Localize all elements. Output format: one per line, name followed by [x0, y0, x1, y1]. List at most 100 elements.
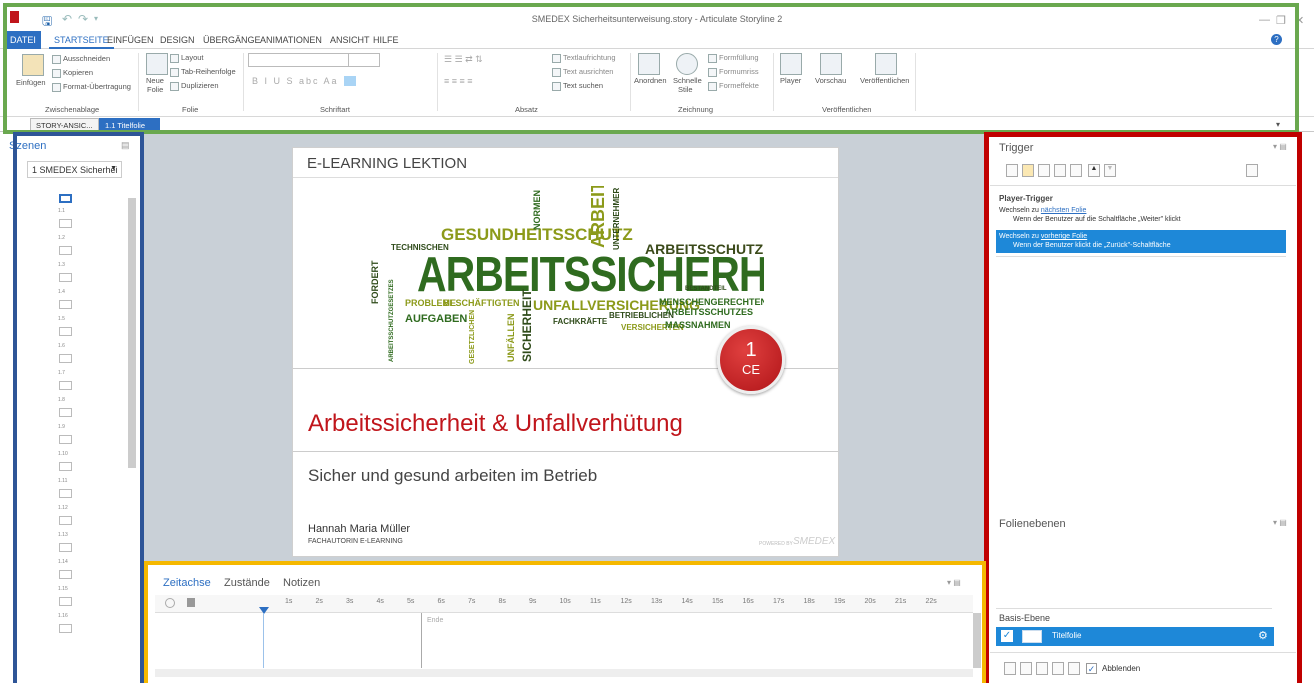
arrange-button[interactable]: Anordnen: [634, 76, 667, 85]
new-slide-label-1[interactable]: Neue: [146, 76, 164, 85]
scenes-scrollbar[interactable]: [128, 198, 136, 468]
timeline-scrollbar[interactable]: [155, 669, 973, 677]
author-role[interactable]: FACHAUTORIN E-LEARNING: [308, 538, 403, 545]
slide-thumb[interactable]: [59, 408, 72, 417]
tab-order-button[interactable]: Tab-Reihenfolge: [170, 67, 236, 77]
new-slide-label-2[interactable]: Folie: [147, 85, 163, 94]
move-up-icon[interactable]: ▲: [1088, 164, 1100, 177]
format-painter-button[interactable]: Format-Übertragung: [52, 82, 131, 92]
player-button[interactable]: Player: [780, 76, 801, 85]
pin-icon[interactable]: ▤: [121, 140, 130, 151]
slide-thumb[interactable]: [59, 354, 72, 363]
text-direction-button[interactable]: Textlaufrichtung: [552, 53, 616, 63]
tab-hilfe[interactable]: HILFE: [368, 33, 404, 47]
quick-styles-icon[interactable]: [676, 53, 698, 75]
slide-thumb[interactable]: [59, 489, 72, 498]
close-tab-icon[interactable]: ✕: [164, 117, 170, 125]
slide-thumb[interactable]: [59, 435, 72, 444]
duplicate-layer-icon[interactable]: [1036, 662, 1048, 675]
scene-select[interactable]: 1 SMEDEX Sicherhei ▼: [27, 161, 122, 178]
align-text-button[interactable]: Text ausrichten: [552, 67, 613, 77]
font-size-select[interactable]: [348, 53, 380, 67]
trigger-link[interactable]: nächsten Folie: [1041, 207, 1087, 214]
layer-row-title-slide[interactable]: ✓ Titelfolie ⚙: [996, 627, 1274, 646]
slide-thumb[interactable]: [59, 570, 72, 579]
layer-visible-checkbox[interactable]: ✓: [1001, 630, 1013, 642]
slide-header[interactable]: E-LEARNING LEKTION: [307, 155, 467, 172]
tab-timeline[interactable]: Zeitachse: [163, 577, 211, 589]
preview-icon[interactable]: [820, 53, 842, 75]
close-icon[interactable]: ✕: [1295, 14, 1304, 27]
move-down-icon[interactable]: ▼: [1104, 164, 1116, 177]
variables-icon[interactable]: [1246, 164, 1258, 177]
find-text-button[interactable]: Text suchen: [552, 81, 603, 91]
slide-thumb[interactable]: [59, 597, 72, 606]
font-format-row[interactable]: B I U S abc Aa: [252, 76, 339, 86]
slide-thumb[interactable]: [59, 462, 72, 471]
trigger-link[interactable]: vorherige Folie: [1041, 233, 1087, 240]
trigger-item-selected[interactable]: Wechseln zu vorherige Folie Wenn der Ben…: [996, 230, 1286, 253]
list-buttons[interactable]: ☰ ☰ ⇄ ⇅: [444, 54, 483, 65]
lock-icon[interactable]: [187, 598, 195, 607]
duplicate-button[interactable]: Duplizieren: [170, 81, 219, 91]
minimize-icon[interactable]: —: [1259, 14, 1270, 26]
new-trigger-icon[interactable]: [1006, 164, 1018, 177]
restore-icon[interactable]: ❐: [1276, 14, 1286, 27]
tab-overflow-icon[interactable]: ▾: [1276, 120, 1280, 129]
ce-badge[interactable]: 1 CE: [717, 326, 785, 394]
slide-title[interactable]: Arbeitssicherheit & Unfallverhütung: [308, 410, 683, 438]
paste-icon[interactable]: [22, 54, 44, 76]
slide-thumb[interactable]: [59, 543, 72, 552]
highlight-color-icon[interactable]: [344, 76, 356, 86]
align-buttons[interactable]: ≡ ≡ ≡ ≡: [444, 76, 473, 86]
slide[interactable]: E-LEARNING LEKTION ARBEITSSICHERHEIT GES…: [292, 147, 839, 557]
slide-thumb[interactable]: [59, 624, 72, 633]
copy-button[interactable]: Kopieren: [52, 68, 93, 78]
publish-icon[interactable]: [875, 53, 897, 75]
tab-datei[interactable]: DATEI: [5, 31, 41, 49]
trigger-item[interactable]: Wechseln zu nächsten Folie Wenn der Benu…: [996, 206, 1286, 228]
panel-options-icon[interactable]: ▾ ▤: [1273, 518, 1287, 527]
playhead[interactable]: [259, 607, 269, 614]
slide-thumb[interactable]: [59, 273, 72, 282]
help-icon[interactable]: ?: [1271, 34, 1282, 45]
slide-subtitle[interactable]: Sicher und gesund arbeiten im Betrieb: [308, 466, 597, 486]
publish-button[interactable]: Veröffentlichen: [860, 76, 909, 85]
tab-design[interactable]: DESIGN: [155, 33, 200, 47]
shape-fill-button[interactable]: Formfüllung: [708, 53, 759, 63]
visibility-icon[interactable]: [165, 598, 175, 608]
slide-thumb[interactable]: [59, 516, 72, 525]
arrange-icon[interactable]: [638, 53, 660, 75]
edit-layer-icon[interactable]: [1020, 662, 1032, 675]
paste-trigger-icon[interactable]: [1054, 164, 1066, 177]
vertical-scrollbar[interactable]: [973, 613, 981, 668]
preview-button[interactable]: Vorschau: [815, 76, 846, 85]
paste-button[interactable]: Einfügen: [16, 78, 46, 87]
cut-button[interactable]: Ausschneiden: [52, 54, 110, 64]
copy-trigger-icon[interactable]: [1038, 164, 1050, 177]
tab-einfuegen[interactable]: EINFÜGEN: [102, 33, 159, 47]
shape-effects-button[interactable]: Formeffekte: [708, 81, 759, 91]
end-marker[interactable]: [421, 613, 422, 668]
layout-button[interactable]: Layout: [170, 53, 204, 63]
slide-thumb[interactable]: [59, 381, 72, 390]
author-name[interactable]: Hannah Maria Müller: [308, 523, 410, 535]
copy-layer-icon[interactable]: [1052, 662, 1064, 675]
slide-thumb[interactable]: [59, 246, 72, 255]
quick-styles-label-2[interactable]: Stile: [678, 85, 693, 94]
gear-icon[interactable]: ⚙: [1258, 629, 1268, 642]
tab-animationen[interactable]: ANIMATIONEN: [255, 33, 327, 47]
quick-styles-label-1[interactable]: Schnelle: [673, 76, 702, 85]
player-icon[interactable]: [780, 53, 802, 75]
dim-checkbox[interactable]: ✓: [1086, 663, 1097, 674]
tab-story-view[interactable]: STORY-ANSIC...: [30, 118, 99, 132]
slide-thumb[interactable]: [59, 219, 72, 228]
edit-trigger-icon[interactable]: [1022, 164, 1034, 177]
slide-thumb-selected[interactable]: [59, 194, 72, 203]
delete-trigger-icon[interactable]: [1070, 164, 1082, 177]
new-slide-icon[interactable]: [146, 53, 168, 75]
slide-thumb[interactable]: [59, 327, 72, 336]
slide-thumb[interactable]: [59, 300, 72, 309]
shape-outline-button[interactable]: Formumriss: [708, 67, 759, 77]
tab-title-slide[interactable]: 1.1 Titelfolie: [99, 118, 161, 132]
